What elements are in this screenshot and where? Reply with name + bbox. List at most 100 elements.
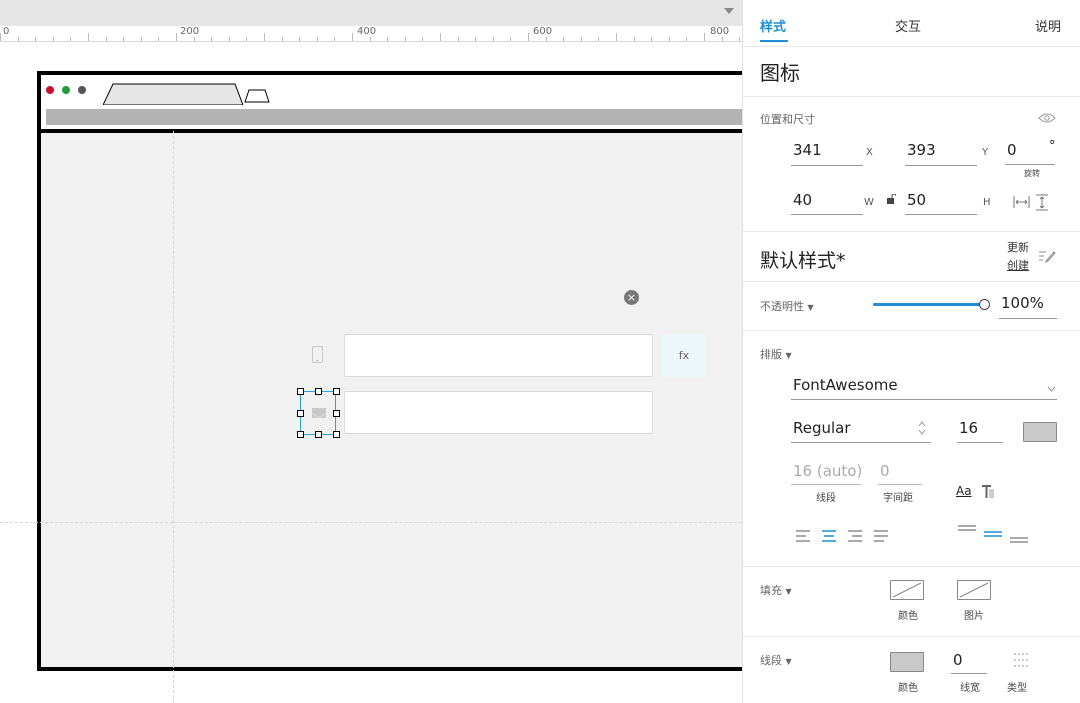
width-value[interactable]: 40 — [793, 191, 812, 209]
tab-style[interactable]: 样式 — [760, 16, 786, 35]
ruler-tick — [17, 37, 19, 41]
ruler-tick — [440, 33, 441, 41]
update-style-link[interactable]: 更新 — [1007, 240, 1029, 256]
letter-spacing-value[interactable]: 0 — [880, 462, 890, 480]
tab-notes[interactable]: 说明 — [1035, 16, 1061, 35]
ruler-tick — [228, 37, 230, 41]
resize-handle[interactable] — [333, 388, 340, 395]
valign-middle-icon[interactable] — [983, 530, 1003, 540]
resize-handle[interactable] — [333, 410, 340, 417]
mobile-phone-icon[interactable] — [312, 346, 323, 363]
ruler-tick — [686, 37, 688, 41]
ruler-tick — [668, 37, 670, 41]
ruler-tick — [475, 37, 477, 41]
opacity-slider-track[interactable] — [873, 303, 983, 306]
y-underline — [905, 165, 977, 166]
border-width-label: 线宽 — [960, 683, 980, 694]
vertical-guide — [173, 131, 174, 703]
font-weight-value[interactable]: Regular — [793, 419, 851, 437]
divider — [743, 566, 1080, 567]
lock-icon[interactable] — [886, 194, 896, 204]
border-type-icon[interactable] — [1013, 652, 1031, 668]
ruler-tick — [616, 33, 617, 41]
text-case-button[interactable]: Aa — [956, 484, 972, 498]
x-value[interactable]: 341 — [793, 141, 822, 159]
y-value[interactable]: 393 — [907, 141, 936, 159]
align-left-icon[interactable] — [795, 530, 811, 542]
ruler-menu-arrow-icon[interactable] — [724, 8, 734, 14]
ruler-tick — [193, 37, 195, 41]
new-tab-shape — [244, 89, 270, 103]
font-size-value[interactable]: 16 — [959, 419, 978, 437]
text-shadow-icon[interactable] — [981, 485, 995, 499]
opacity-slider-thumb[interactable] — [979, 299, 990, 310]
fill-image-label: 图片 — [964, 611, 984, 622]
phone-input-field[interactable] — [344, 334, 653, 377]
align-right-icon[interactable] — [847, 530, 863, 542]
chevron-down-icon[interactable] — [1047, 386, 1056, 392]
text-color-swatch[interactable] — [1023, 422, 1057, 442]
caret-down-icon: ▼ — [785, 657, 792, 666]
create-style-link[interactable]: 创建 — [1007, 257, 1029, 273]
line-height-value[interactable]: 16 (auto) — [793, 462, 862, 480]
height-arrows-icon[interactable] — [1035, 194, 1049, 211]
resize-handle[interactable] — [315, 431, 322, 438]
valign-bottom-icon[interactable] — [1009, 536, 1029, 546]
ruler-tick — [387, 37, 389, 41]
align-justify-icon[interactable] — [873, 530, 889, 542]
divider — [743, 231, 1080, 232]
ruler-tick — [316, 37, 318, 41]
browser-tab-shape — [103, 83, 243, 105]
resize-handle[interactable] — [297, 410, 304, 417]
ruler-tick — [264, 33, 265, 41]
design-canvas[interactable]: 0 200 400 600 800 × fx — [0, 0, 742, 703]
ruler-tick — [580, 37, 582, 41]
border-width-value[interactable]: 0 — [953, 651, 963, 669]
resize-handle[interactable] — [315, 388, 322, 395]
ruler-tick — [35, 37, 37, 41]
fill-label[interactable]: 填充 ▼ — [760, 582, 792, 598]
fill-image-button[interactable] — [957, 580, 991, 600]
resize-handle[interactable] — [297, 431, 304, 438]
ruler-tick — [105, 37, 107, 41]
font-family-value[interactable]: FontAwesome — [793, 376, 898, 394]
ruler-tick — [176, 33, 177, 41]
resize-handle[interactable] — [297, 388, 304, 395]
ruler-tick — [492, 37, 494, 41]
rotation-value[interactable]: 0 — [1007, 141, 1017, 159]
ruler-label-400: 400 — [357, 26, 377, 37]
ruler-tick — [422, 37, 424, 41]
fill-label-text: 填充 — [760, 584, 782, 597]
font-weight-underline — [791, 442, 931, 443]
close-dot-icon — [46, 86, 54, 94]
divider — [743, 96, 1080, 97]
opacity-value[interactable]: 100% — [1001, 294, 1044, 312]
line-height-label: 线段 — [816, 493, 836, 504]
edit-icon[interactable] — [1038, 249, 1056, 263]
caret-down-icon: ▼ — [785, 587, 792, 596]
opacity-label[interactable]: 不透明性 ▼ — [760, 298, 814, 314]
fill-color-button[interactable] — [890, 580, 924, 600]
ruler-tick — [457, 37, 459, 41]
email-input-field[interactable] — [344, 391, 653, 434]
ruler-tick — [52, 37, 54, 41]
eye-icon[interactable] — [1038, 112, 1056, 124]
height-value[interactable]: 50 — [907, 191, 926, 209]
typography-label[interactable]: 排版 ▼ — [760, 346, 792, 362]
width-arrows-icon[interactable] — [1013, 195, 1030, 209]
up-down-chevron-icon[interactable] — [918, 421, 926, 435]
ruler-tick — [721, 37, 723, 41]
ruler-label-0: 0 — [3, 26, 10, 37]
selected-envelope-icon-widget[interactable] — [297, 388, 340, 438]
close-circle-icon[interactable]: × — [624, 290, 639, 305]
border-label[interactable]: 线段 ▼ — [760, 652, 792, 668]
typography-label-text: 排版 — [760, 348, 782, 361]
tab-interactions[interactable]: 交互 — [895, 16, 921, 35]
rotation-label: 旋转 — [1024, 169, 1040, 178]
border-color-swatch[interactable] — [890, 652, 924, 672]
resize-handle[interactable] — [333, 431, 340, 438]
valign-top-icon[interactable] — [957, 524, 977, 534]
address-bar — [46, 109, 742, 125]
fx-button[interactable]: fx — [662, 334, 706, 377]
align-center-icon[interactable] — [821, 530, 837, 542]
